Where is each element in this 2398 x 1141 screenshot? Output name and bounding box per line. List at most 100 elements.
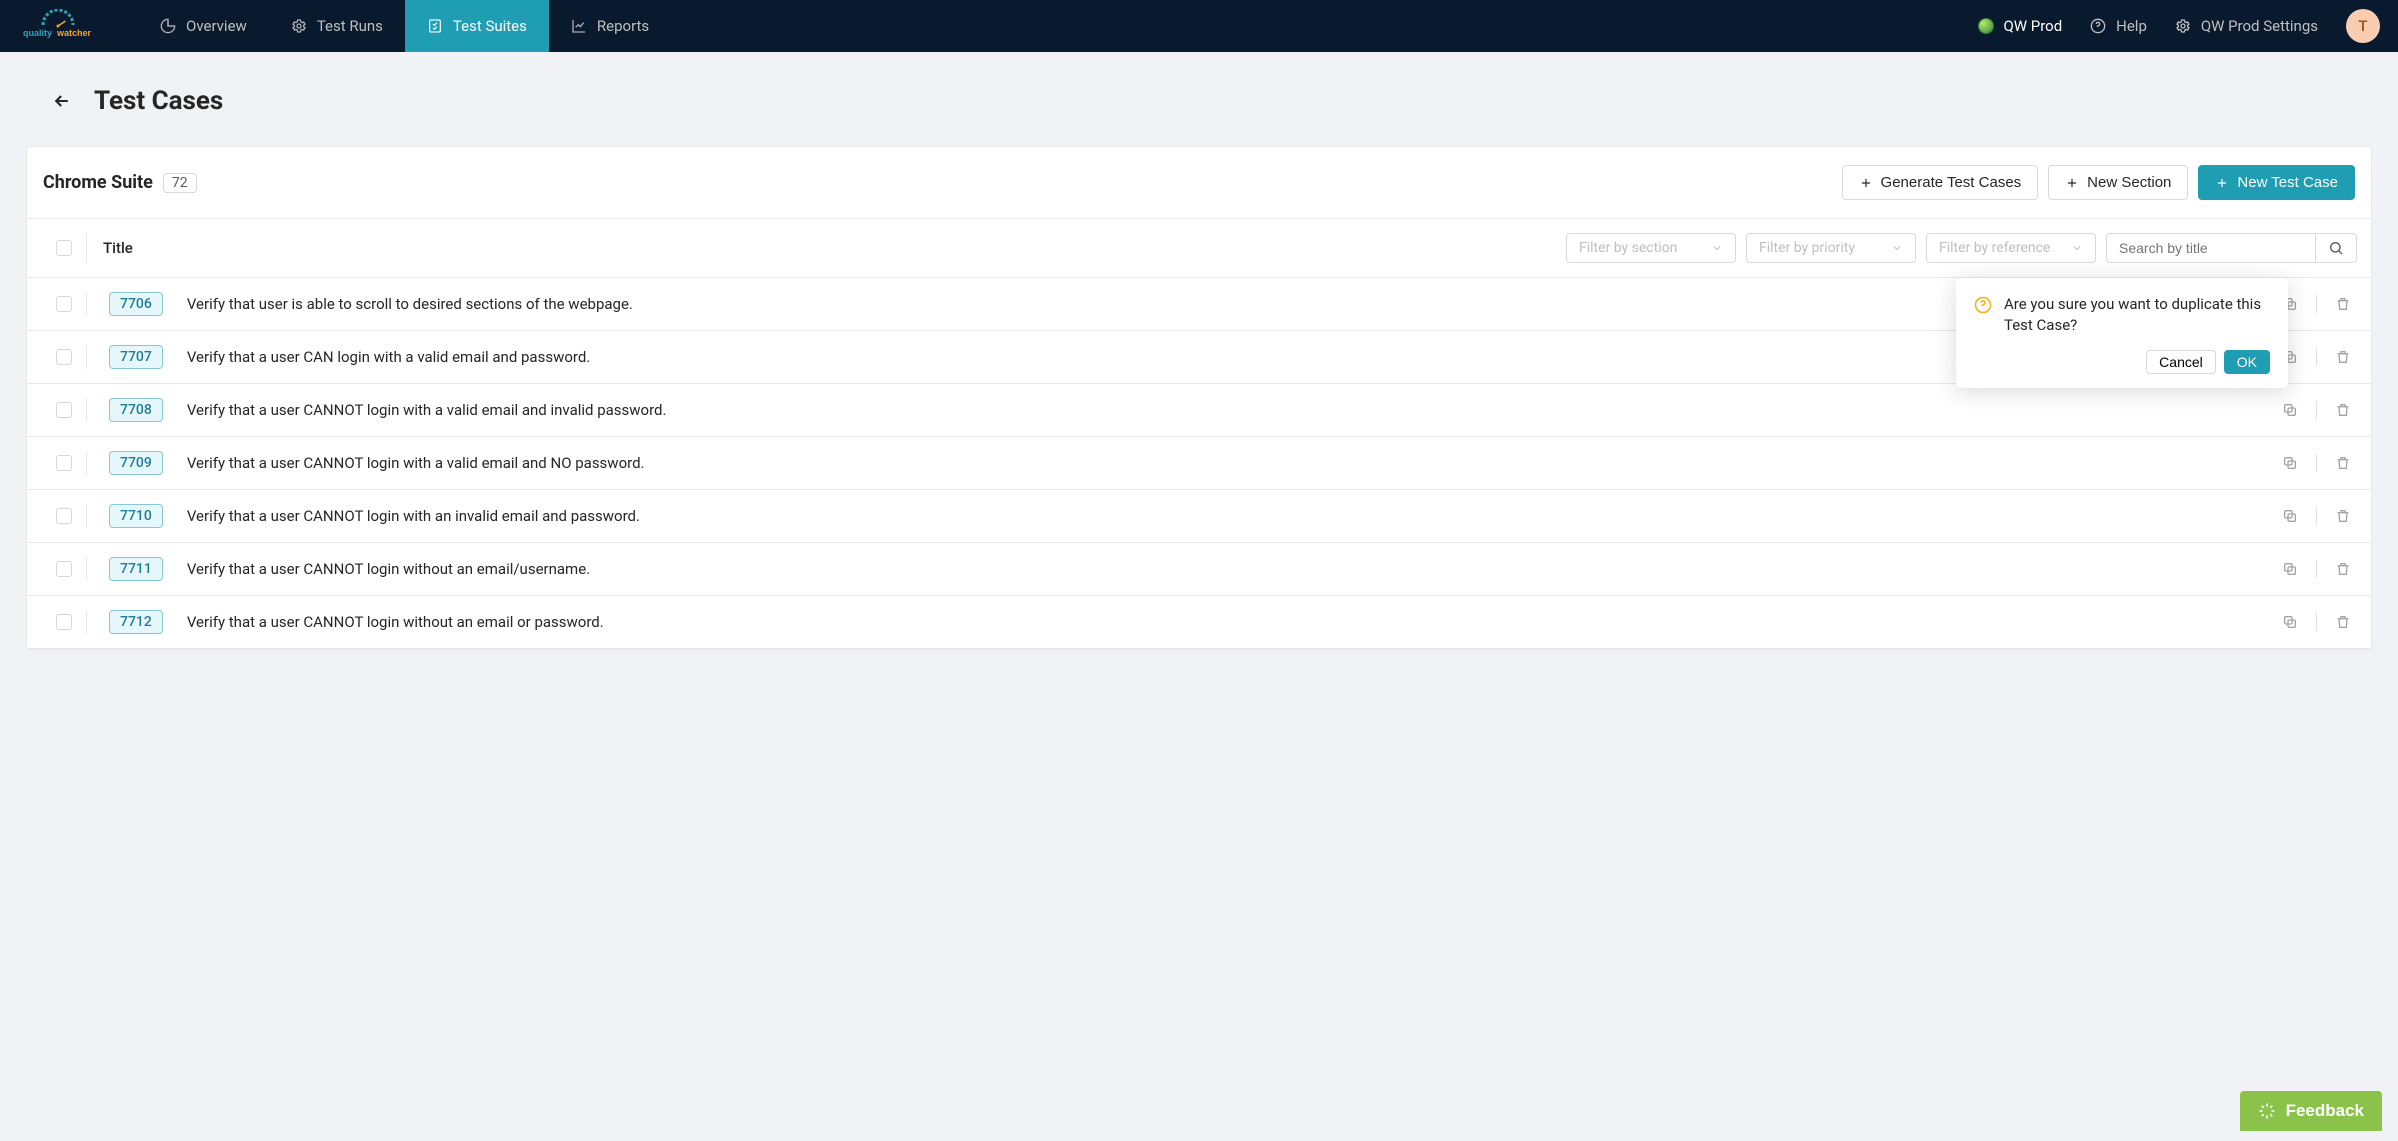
copy-icon [2282,402,2298,418]
search-input[interactable] [2106,233,2316,263]
copy-icon [2282,508,2298,524]
trash-icon [2335,455,2351,471]
filter-priority-label: Filter by priority [1759,240,1855,256]
test-id-chip[interactable]: 7706 [109,292,163,316]
nav-reports[interactable]: Reports [549,0,671,52]
separator [2316,348,2317,366]
table-row[interactable]: 7712 Verify that a user CANNOT login wit… [27,596,2371,649]
filter-priority[interactable]: Filter by priority [1746,233,1916,263]
filter-section-label: Filter by section [1579,240,1677,256]
nav-settings[interactable]: QW Prod Settings [2175,17,2318,35]
card-actions: Generate Test Cases New Section New Test… [1842,165,2355,200]
test-id-chip[interactable]: 7709 [109,451,163,475]
delete-button[interactable] [2335,614,2351,630]
feedback-label: Feedback [2286,1101,2364,1121]
chart-icon [571,18,587,34]
suite-card: Chrome Suite 72 Generate Test Cases New … [26,146,2372,650]
row-actions [2282,560,2351,578]
trash-icon [2335,508,2351,524]
plus-icon [1859,176,1873,190]
test-id-chip[interactable]: 7710 [109,504,163,528]
delete-button[interactable] [2335,402,2351,418]
duplicate-button[interactable] [2282,614,2298,630]
avatar-initial: T [2358,17,2367,35]
nav-overview[interactable]: Overview [138,0,269,52]
trash-icon [2335,349,2351,365]
trash-icon [2335,561,2351,577]
copy-icon [2282,561,2298,577]
card-head: Chrome Suite 72 Generate Test Cases New … [27,147,2371,218]
test-id-chip[interactable]: 7707 [109,345,163,369]
nav-help-label: Help [2116,17,2147,35]
settings-icon [2175,18,2191,34]
test-id-chip[interactable]: 7711 [109,557,163,581]
title-column-header: Title [103,239,133,257]
svg-text:quality: quality [23,28,52,38]
chevron-down-icon [1711,242,1723,254]
nav-help[interactable]: Help [2090,17,2147,35]
test-title: Verify that a user CANNOT login with an … [187,507,2272,525]
test-id-chip[interactable]: 7708 [109,398,163,422]
sparkle-icon [2258,1102,2276,1120]
suite-name: Chrome Suite [43,172,153,193]
test-title: Verify that a user CANNOT login without … [187,613,2272,631]
select-all-checkbox[interactable] [56,240,72,256]
feedback-button[interactable]: Feedback [2240,1091,2382,1131]
top-nav: quality watcher Overview Test Runs Test … [0,0,2398,52]
nav-test-runs[interactable]: Test Runs [269,0,405,52]
delete-button[interactable] [2335,296,2351,312]
avatar[interactable]: T [2346,9,2380,43]
delete-button[interactable] [2335,508,2351,524]
row-checkbox[interactable] [56,349,72,365]
page-head: Test Cases [26,86,2372,116]
table-row[interactable]: 7708 Verify that a user CANNOT login wit… [27,384,2371,437]
logo-icon: quality watcher [18,9,108,43]
generate-button[interactable]: Generate Test Cases [1842,165,2039,200]
row-checkbox[interactable] [56,614,72,630]
popover-ok-button[interactable]: OK [2224,350,2270,374]
row-checkbox[interactable] [56,561,72,577]
new-test-case-button[interactable]: New Test Case [2198,165,2355,200]
confirm-popover: Are you sure you want to duplicate this … [1956,278,2288,388]
duplicate-button[interactable] [2282,561,2298,577]
row-actions [2282,613,2351,631]
suite-count-badge: 72 [163,173,197,193]
delete-button[interactable] [2335,349,2351,365]
delete-button[interactable] [2335,455,2351,471]
generate-label: Generate Test Cases [1881,174,2022,191]
row-checkbox[interactable] [56,508,72,524]
nav-right: QW Prod Help QW Prod Settings T [1978,9,2380,43]
row-checkbox[interactable] [56,296,72,312]
chevron-down-icon [1891,242,1903,254]
separator [2316,613,2317,631]
back-button[interactable] [52,91,72,111]
row-checkbox[interactable] [56,455,72,471]
delete-button[interactable] [2335,561,2351,577]
row-actions [2282,507,2351,525]
new-section-button[interactable]: New Section [2048,165,2188,200]
table-row[interactable]: 7710 Verify that a user CANNOT login wit… [27,490,2371,543]
filter-section[interactable]: Filter by section [1566,233,1736,263]
brand-logo[interactable]: quality watcher [18,9,108,43]
row-checkbox[interactable] [56,402,72,418]
filter-reference[interactable]: Filter by reference [1926,233,2096,263]
nav-test-suites[interactable]: Test Suites [405,0,549,52]
duplicate-button[interactable] [2282,508,2298,524]
test-title: Verify that a user CANNOT login with a v… [187,454,2272,472]
duplicate-button[interactable] [2282,402,2298,418]
search-button[interactable] [2316,233,2357,263]
duplicate-button[interactable] [2282,455,2298,471]
table-row[interactable]: 7709 Verify that a user CANNOT login wit… [27,437,2371,490]
row-actions [2282,454,2351,472]
table-header: Title Filter by section Filter by priori… [27,219,2371,278]
popover-cancel-button[interactable]: Cancel [2146,350,2216,374]
test-title: Verify that a user CANNOT login with a v… [187,401,2272,419]
test-id-chip[interactable]: 7712 [109,610,163,634]
help-icon [2090,18,2106,34]
project-switcher[interactable]: QW Prod [1978,17,2063,35]
table-row[interactable]: 7711 Verify that a user CANNOT login wit… [27,543,2371,596]
filter-reference-label: Filter by reference [1939,240,2050,256]
page-title: Test Cases [94,86,223,116]
search-wrap [2106,233,2357,263]
row-actions [2282,401,2351,419]
